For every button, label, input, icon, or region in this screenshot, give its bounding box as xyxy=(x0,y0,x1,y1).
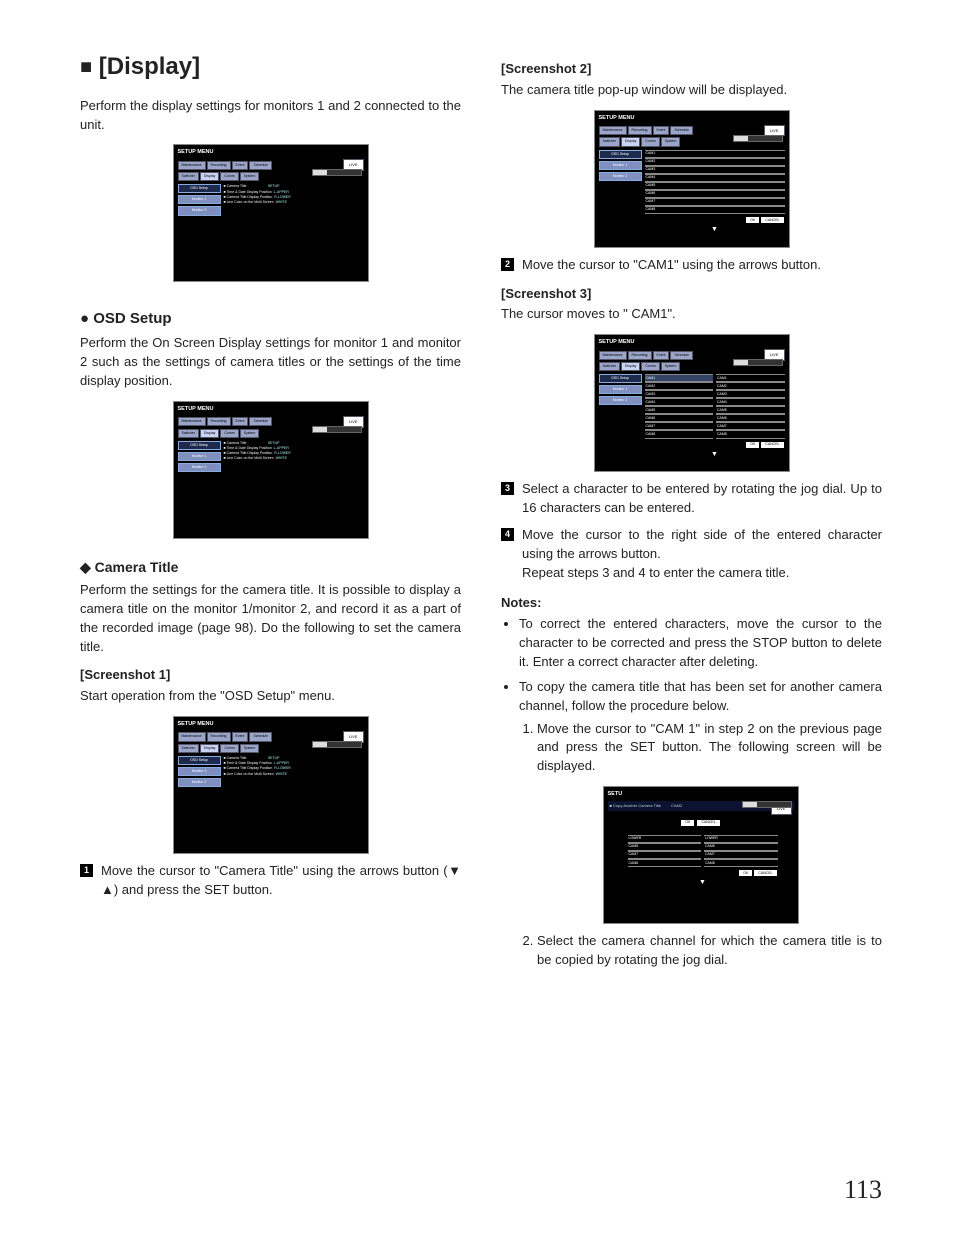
step-4: 4 Move the cursor to the right side of t… xyxy=(501,526,882,583)
step-number-icon: 3 xyxy=(501,482,514,495)
screenshot-copy-title: SETU ■ Copy Another Camera Title CAM2 LI… xyxy=(519,786,882,924)
osd-setup-heading: ● OSD Setup xyxy=(80,308,461,330)
screenshot-osd-setup: SETUP MENU Maintenance Recording Event S… xyxy=(80,401,461,539)
screenshot2-text: The camera title pop-up window will be d… xyxy=(501,81,882,100)
step-number-icon: 1 xyxy=(80,864,93,877)
step-3: 3 Select a character to be entered by ro… xyxy=(501,480,882,518)
intro-text: Perform the display settings for monitor… xyxy=(80,97,461,135)
screenshot2-label: [Screenshot 2] xyxy=(501,60,882,79)
step-2: 2 Move the cursor to "CAM1" using the ar… xyxy=(501,256,882,275)
step-number-icon: 2 xyxy=(501,258,514,271)
camera-title-heading: ◆ Camera Title xyxy=(80,557,461,577)
screenshot3-label: [Screenshot 3] xyxy=(501,285,882,304)
screenshot3-text: The cursor moves to " CAM1". xyxy=(501,305,882,324)
right-column: [Screenshot 2] The camera title pop-up w… xyxy=(501,50,882,976)
page-number: 113 xyxy=(844,1171,882,1209)
screenshot1-text: Start operation from the "OSD Setup" men… xyxy=(80,687,461,706)
osd-setup-text: Perform the On Screen Display settings f… xyxy=(80,334,461,391)
notes-list: To correct the entered characters, move … xyxy=(519,615,882,969)
sub-step: Move the cursor to "CAM 1" in step 2 on … xyxy=(537,720,882,777)
note-item: To correct the entered characters, move … xyxy=(519,615,882,672)
screenshot-display-menu: SETUP MENU Maintenance Recording Event S… xyxy=(80,144,461,282)
screenshot-1: SETUP MENU Maintenance Recording Event S… xyxy=(80,716,461,854)
sub-steps: Select the camera channel for which the … xyxy=(537,932,882,970)
notes-heading: Notes: xyxy=(501,594,882,613)
step-number-icon: 4 xyxy=(501,528,514,541)
sub-steps: Move the cursor to "CAM 1" in step 2 on … xyxy=(537,720,882,777)
camera-title-text: Perform the settings for the camera titl… xyxy=(80,581,461,656)
section-title: ■ [Display] xyxy=(80,50,461,85)
note-item: To copy the camera title that has been s… xyxy=(519,678,882,970)
sub-step: Select the camera channel for which the … xyxy=(537,932,882,970)
screenshot-3: SETUP MENU Maintenance Recording Event S… xyxy=(501,334,882,472)
manual-page: ■ [Display] Perform the display settings… xyxy=(0,0,954,1237)
screenshot1-label: [Screenshot 1] xyxy=(80,666,461,685)
step-1: 1 Move the cursor to "Camera Title" usin… xyxy=(80,862,461,900)
left-column: ■ [Display] Perform the display settings… xyxy=(80,50,461,976)
screenshot-2: SETUP MENU Maintenance Recording Event S… xyxy=(501,110,882,248)
